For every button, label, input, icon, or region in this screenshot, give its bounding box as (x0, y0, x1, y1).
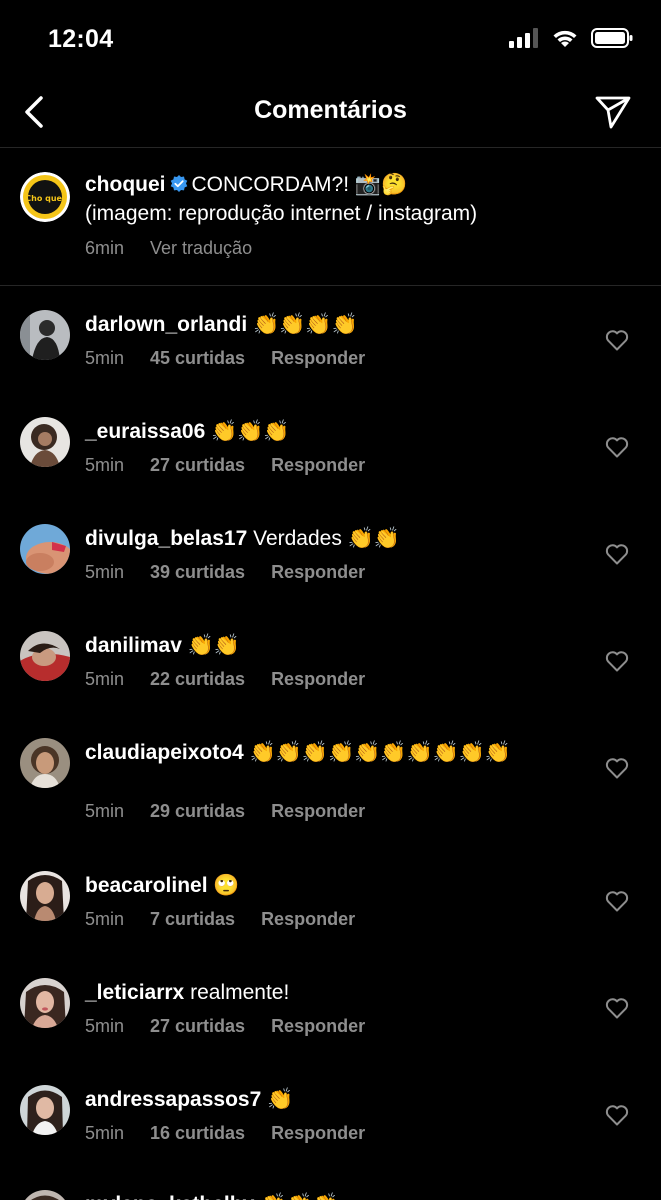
comment-meta: 5min 16 curtidas Responder (85, 1123, 365, 1144)
comment-text: realmente! (190, 981, 290, 1004)
reply-button[interactable]: Responder (271, 455, 365, 476)
reply-button[interactable]: Responder (271, 1123, 365, 1144)
comment-meta: 5min 29 curtidas Responder (85, 801, 365, 822)
page-title: Comentários (254, 96, 407, 124)
paper-plane-icon (595, 96, 631, 129)
comment-likes[interactable]: 45 curtidas (150, 348, 245, 369)
share-button[interactable] (593, 92, 633, 132)
heart-icon[interactable] (605, 436, 629, 458)
reply-button[interactable]: Responder (271, 348, 365, 369)
see-translation-link[interactable]: Ver tradução (150, 238, 252, 259)
avatar[interactable] (20, 1085, 70, 1135)
caption-body-text: CONCORDAM?! 📸🤔 (191, 173, 408, 196)
comment-likes[interactable]: 39 curtidas (150, 562, 245, 583)
comment-username[interactable]: _leticiarrx (85, 981, 184, 1004)
choquei-logo-text: Cho quei (25, 194, 65, 203)
comment-meta: 5min 27 curtidas Responder (85, 455, 365, 476)
heart-icon[interactable] (605, 997, 629, 1019)
heart-icon[interactable] (605, 757, 629, 779)
avatar[interactable] (20, 631, 70, 681)
reply-button[interactable]: Responder (261, 909, 355, 930)
comment-username[interactable]: beacarolinel (85, 874, 208, 897)
comment-text: 🙄 (213, 874, 240, 897)
comment-meta: 5min 45 curtidas Responder (85, 348, 365, 369)
comment-meta: 5min 7 curtidas Responder (85, 909, 355, 930)
cellular-signal-icon (509, 28, 538, 48)
comments-header: Comentários (0, 80, 661, 148)
reply-button[interactable]: Responder (271, 562, 365, 583)
reply-button[interactable]: Responder (271, 669, 365, 690)
avatar[interactable]: Cho quei (20, 172, 70, 222)
comment-likes[interactable]: 29 curtidas (150, 801, 245, 822)
reply-button[interactable]: Responder (271, 801, 365, 822)
comment-username[interactable]: darlown_orlandi (85, 313, 247, 336)
verified-badge-icon (170, 175, 187, 192)
reply-button[interactable]: Responder (271, 1016, 365, 1037)
comment-likes[interactable]: 16 curtidas (150, 1123, 245, 1144)
post-caption: Cho quei choquei CONCORDAM?! 📸🤔 (imagem:… (0, 148, 661, 286)
status-bar: 12:04 (0, 0, 661, 80)
comment-text: 👏👏👏 (260, 1193, 338, 1200)
avatar[interactable] (20, 978, 70, 1028)
comment-text: 👏👏 (187, 634, 241, 657)
comment-text: Verdades 👏👏 (253, 527, 400, 550)
comment-time: 5min (85, 909, 125, 929)
heart-icon[interactable] (605, 543, 629, 565)
caption-credit-text: (imagem: reprodução internet / instagram… (85, 202, 478, 225)
comment-text: 👏 (267, 1088, 294, 1111)
comment-username[interactable]: mylena_kathelhy (85, 1193, 254, 1200)
comment-meta: 5min 22 curtidas Responder (85, 669, 365, 690)
comment-likes[interactable]: 27 curtidas (150, 455, 245, 476)
wifi-icon (553, 30, 577, 47)
comment-text: 👏👏👏👏 (253, 313, 358, 336)
comment-likes[interactable]: 27 curtidas (150, 1016, 245, 1037)
comment-username[interactable]: claudiapeixoto4 (85, 741, 244, 764)
heart-icon[interactable] (605, 1104, 629, 1126)
comment-time: 5min (85, 1123, 125, 1143)
comment-time: 5min (85, 1016, 125, 1036)
caption-username[interactable]: choquei (85, 173, 166, 196)
avatar[interactable] (20, 871, 70, 921)
avatar[interactable] (20, 524, 70, 574)
caption-meta: 6min Ver tradução (85, 238, 252, 259)
status-time: 12:04 (48, 25, 114, 53)
heart-icon[interactable] (605, 890, 629, 912)
heart-icon[interactable] (605, 329, 629, 351)
heart-icon[interactable] (605, 650, 629, 672)
comment-meta: 5min 39 curtidas Responder (85, 562, 365, 583)
comment-text: 👏👏👏 (211, 420, 290, 443)
avatar[interactable] (20, 310, 70, 360)
avatar[interactable] (20, 738, 70, 788)
comment-username[interactable]: divulga_belas17 (85, 527, 247, 550)
comment-text: 👏👏👏👏👏👏👏👏👏👏 (249, 741, 512, 764)
status-icons (509, 28, 633, 48)
battery-icon (591, 28, 633, 48)
comment-username[interactable]: _euraissa06 (85, 420, 205, 443)
caption-time: 6min (85, 238, 125, 258)
comment-time: 5min (85, 562, 125, 582)
comment-likes[interactable]: 22 curtidas (150, 669, 245, 690)
comment-likes[interactable]: 7 curtidas (150, 909, 235, 930)
comment-username[interactable]: danilimav (85, 634, 182, 657)
comment-username[interactable]: andressapassos7 (85, 1088, 261, 1111)
comment-time: 5min (85, 455, 125, 475)
comment-time: 5min (85, 669, 125, 689)
comment-meta: 5min 27 curtidas Responder (85, 1016, 365, 1037)
avatar[interactable] (20, 1190, 70, 1200)
caption-text: choquei CONCORDAM?! 📸🤔 (imagem: reproduç… (85, 170, 645, 228)
comment-time: 5min (85, 801, 125, 821)
comment-time: 5min (85, 348, 125, 368)
avatar[interactable] (20, 417, 70, 467)
